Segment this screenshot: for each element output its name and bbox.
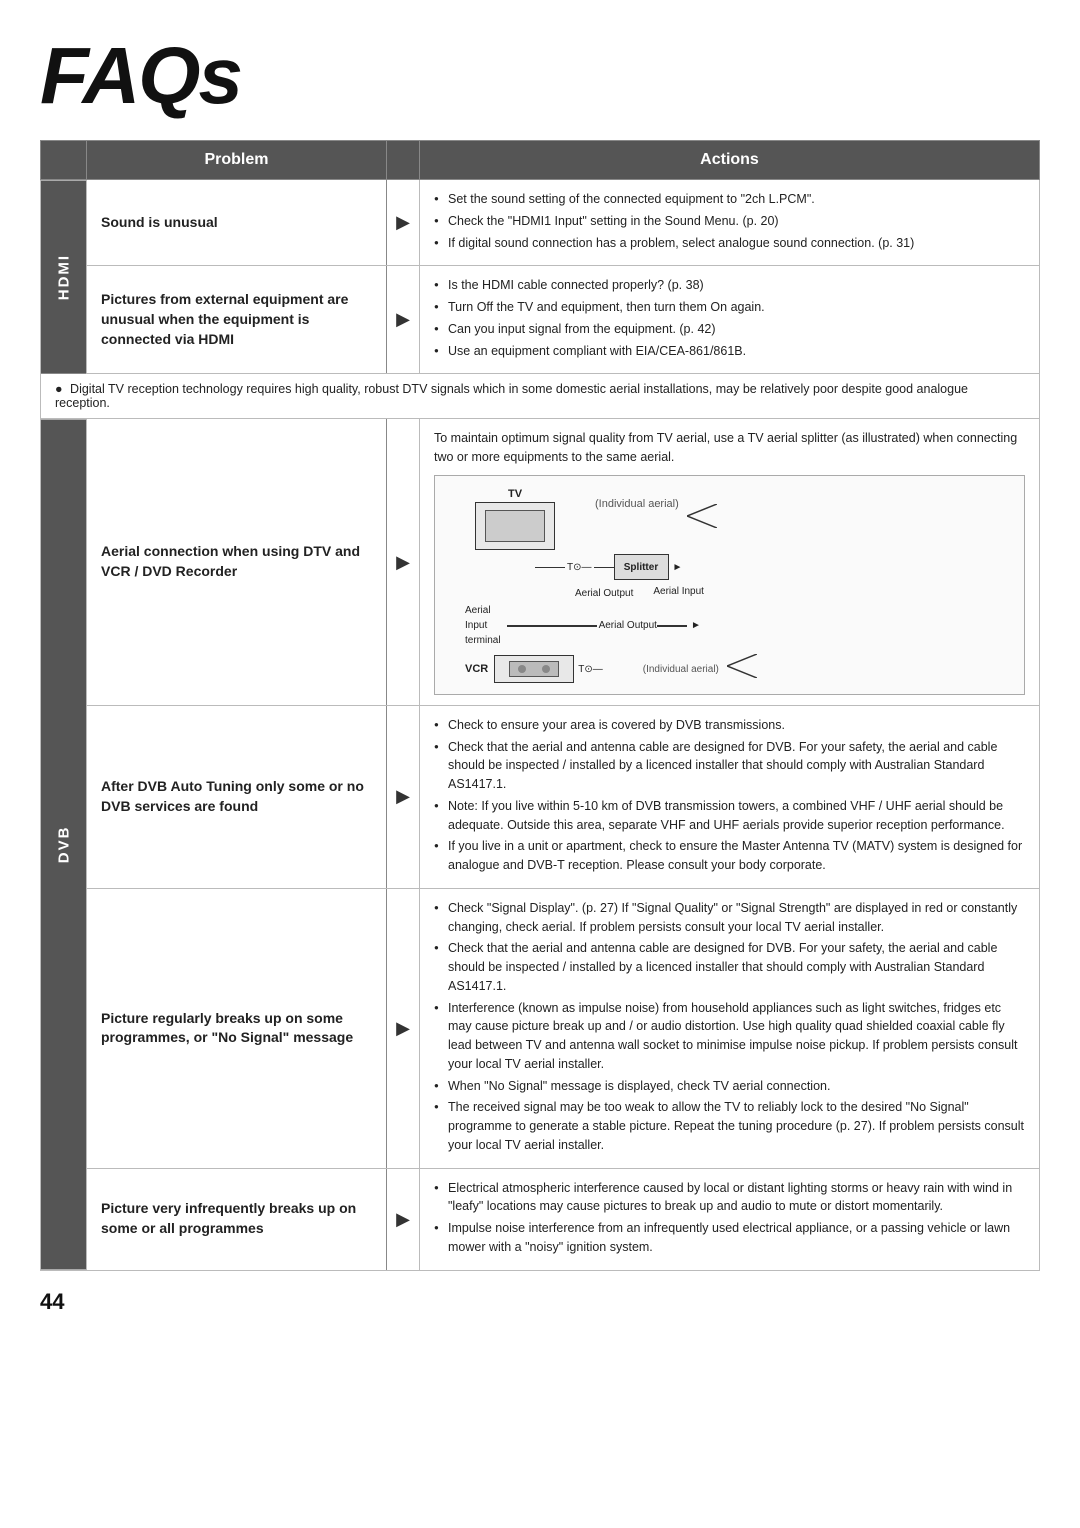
problem-infrequent: Picture very infrequently breaks up on s…	[87, 1168, 387, 1270]
splitter-box: Splitter	[614, 554, 669, 580]
action-item: Check the "HDMI1 Input" setting in the S…	[434, 212, 1025, 231]
problem-sound-unusual: Sound is unusual	[87, 180, 387, 266]
aerial-actions-text: To maintain optimum signal quality from …	[434, 429, 1025, 467]
actions-sound-unusual: Set the sound setting of the connected e…	[420, 180, 1040, 266]
action-item: Impulse noise interference from an infre…	[434, 1219, 1025, 1257]
actions-header: Actions	[420, 141, 1040, 180]
page-number: 44	[40, 1289, 1040, 1315]
action-item: Interference (known as impulse noise) fr…	[434, 999, 1025, 1074]
actions-infrequent: Electrical atmospheric interference caus…	[420, 1168, 1040, 1270]
actions-dvb-tuning: Check to ensure your area is covered by …	[420, 705, 1040, 888]
actions-aerial: To maintain optimum signal quality from …	[420, 419, 1040, 706]
aerial-diagram: TV (Individual aerial)	[434, 475, 1025, 695]
action-item: Check "Signal Display". (p. 27) If "Sign…	[434, 899, 1025, 937]
action-item: Is the HDMI cable connected properly? (p…	[434, 276, 1025, 295]
problem-aerial: Aerial connection when using DTV and VCR…	[87, 419, 387, 706]
actions-picture-breaks: Check "Signal Display". (p. 27) If "Sign…	[420, 888, 1040, 1168]
dvb-row-aerial: DVB Aerial connection when using DTV and…	[41, 419, 1040, 706]
action-item: Turn Off the TV and equipment, then turn…	[434, 298, 1025, 317]
action-item: Check to ensure your area is covered by …	[434, 716, 1025, 735]
action-item: Check that the aerial and antenna cable …	[434, 738, 1025, 794]
hdmi-section-label: HDMI	[41, 180, 87, 374]
arrow-icon-2: ▶	[387, 266, 420, 374]
arrow-icon-3: ▶	[387, 419, 420, 706]
action-item: Can you input signal from the equipment.…	[434, 320, 1025, 339]
actions-hdmi-pictures: Is the HDMI cable connected properly? (p…	[420, 266, 1040, 374]
dvb-note-text: Digital TV reception technology requires…	[55, 382, 968, 410]
action-item: Set the sound setting of the connected e…	[434, 190, 1025, 209]
arrow-icon-1: ▶	[387, 180, 420, 266]
hdmi-row-2: Pictures from external equipment are unu…	[41, 266, 1040, 374]
problem-dvb-tuning: After DVB Auto Tuning only some or no DV…	[87, 705, 387, 888]
page-title: FAQs	[40, 30, 1040, 122]
action-item: Use an equipment compliant with EIA/CEA-…	[434, 342, 1025, 361]
dvb-row-autotuning: After DVB Auto Tuning only some or no DV…	[41, 705, 1040, 888]
arrow-icon-6: ▶	[387, 1168, 420, 1270]
dvb-bullet: ●	[55, 382, 63, 396]
dvb-section-label: DVB	[41, 419, 87, 1270]
action-item: Note: If you live within 5-10 km of DVB …	[434, 797, 1025, 835]
action-item: Check that the aerial and antenna cable …	[434, 939, 1025, 995]
arrow-icon-4: ▶	[387, 705, 420, 888]
dvb-row-infrequent: Picture very infrequently breaks up on s…	[41, 1168, 1040, 1270]
action-item: Electrical atmospheric interference caus…	[434, 1179, 1025, 1217]
vcr-label: VCR	[465, 661, 488, 678]
action-item: If you live in a unit or apartment, chec…	[434, 837, 1025, 875]
dvb-note-row: ● Digital TV reception technology requir…	[41, 374, 1040, 419]
tv-label: TV	[508, 486, 522, 503]
arrow-icon-5: ▶	[387, 888, 420, 1168]
hdmi-row-1: HDMI Sound is unusual ▶ Set the sound se…	[41, 180, 1040, 266]
action-item: The received signal may be too weak to a…	[434, 1098, 1025, 1154]
faq-table: Problem Actions HDMI Sound is unusual ▶ …	[40, 140, 1040, 1271]
action-item: When "No Signal" message is displayed, c…	[434, 1077, 1025, 1096]
problem-hdmi-pictures: Pictures from external equipment are unu…	[87, 266, 387, 374]
action-item: If digital sound connection has a proble…	[434, 234, 1025, 253]
dvb-row-breaks: Picture regularly breaks up on some prog…	[41, 888, 1040, 1168]
problem-picture-breaks: Picture regularly breaks up on some prog…	[87, 888, 387, 1168]
problem-header: Problem	[87, 141, 387, 180]
